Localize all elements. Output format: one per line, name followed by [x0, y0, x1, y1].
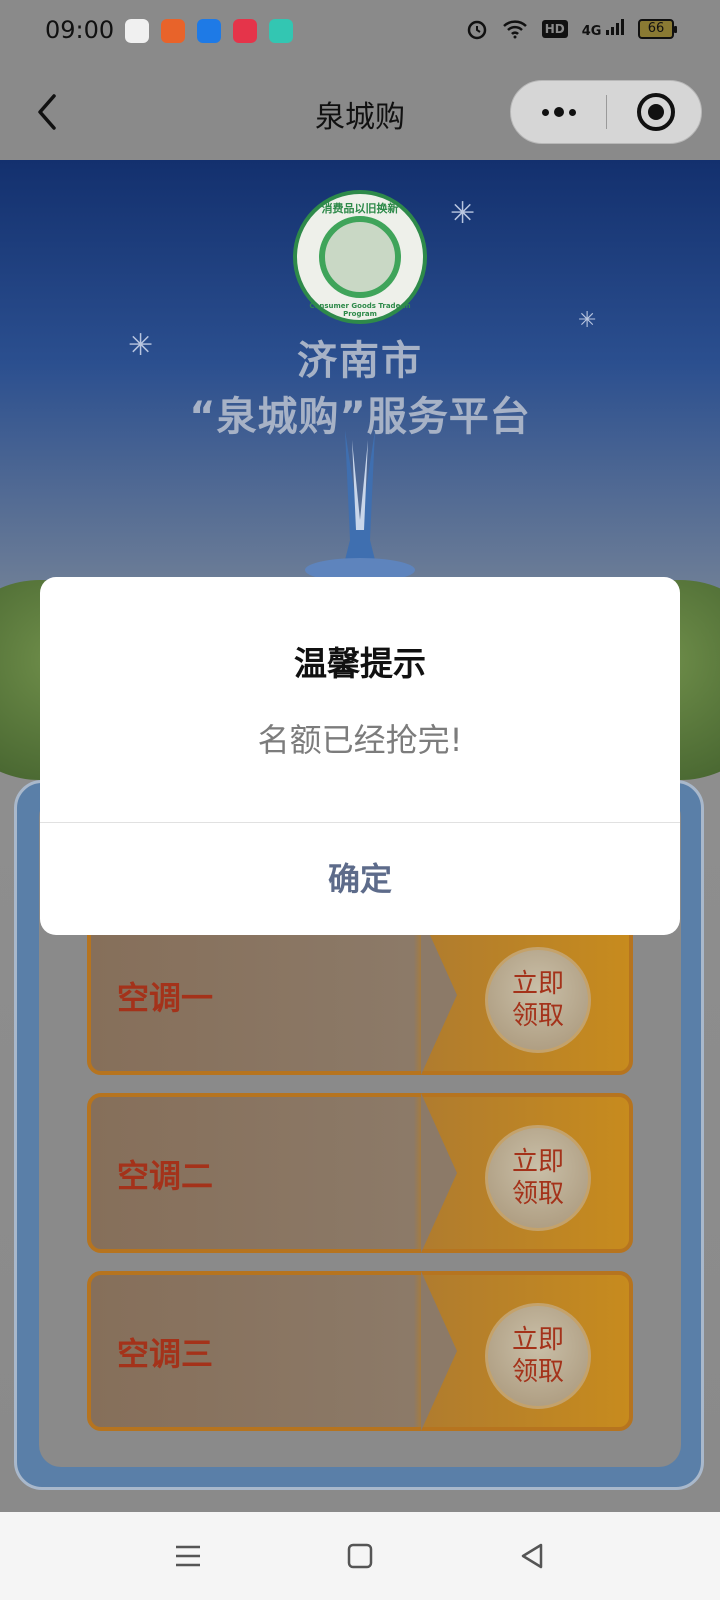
item-chevron-divider: [421, 1093, 457, 1253]
app-notification-icon: [269, 19, 293, 43]
notification-app-icons: [125, 19, 293, 43]
coupon-item-label: 空调二: [117, 1157, 214, 1195]
dialog-title: 温馨提示: [294, 644, 426, 683]
close-mini-program-button[interactable]: [637, 93, 675, 131]
coupon-item[interactable]: 空调三 立即 领取: [87, 1271, 633, 1431]
coupon-item[interactable]: 空调一 立即 领取: [87, 915, 633, 1075]
logo-bottom-text: Consumer Goods Trade-in Program: [309, 302, 411, 318]
item-chevron-divider: [421, 1271, 457, 1431]
hero-title-city: 济南市: [297, 338, 423, 384]
logo-center-graphic: [319, 216, 401, 298]
more-dots-icon-center: [553, 107, 564, 117]
claim-button-line2: 领取: [511, 1179, 564, 1209]
home-square-icon[interactable]: [342, 1538, 378, 1574]
logo-top-text: 消费品以旧换新: [321, 202, 399, 215]
status-time: 09:00: [45, 16, 115, 44]
status-bar: 09:00 HD 4G 66: [0, 0, 720, 64]
back-triangle-icon[interactable]: [514, 1538, 550, 1574]
claim-button-line2: 领取: [511, 1357, 564, 1387]
coupon-item-label: 空调三: [117, 1335, 214, 1373]
dialog-message: 名额已经抢完!: [257, 721, 463, 759]
capsule-menu: [510, 80, 702, 144]
menu-icon[interactable]: [170, 1538, 206, 1574]
coupon-item-label: 空调一: [117, 979, 214, 1017]
wifi-icon: [502, 20, 527, 39]
confirm-button[interactable]: 确定: [40, 823, 680, 935]
tower-illustration: [305, 430, 415, 580]
app-notification-icon: [197, 19, 221, 43]
claim-button-line1: 立即: [511, 1325, 564, 1355]
more-menu-button[interactable]: [511, 81, 606, 143]
app-notification-icon: [233, 19, 257, 43]
alert-dialog: 温馨提示 名额已经抢完! 确定: [40, 577, 680, 935]
claim-button-line1: 立即: [511, 1147, 564, 1177]
claim-button-line1: 立即: [511, 969, 564, 999]
claim-button-line2: 领取: [511, 1001, 564, 1031]
app-notification-icon: [161, 19, 185, 43]
app-notification-icon: [125, 19, 149, 43]
system-nav-bar: [0, 1512, 720, 1600]
claim-button[interactable]: 立即 领取: [485, 1303, 591, 1409]
sparkle-icon: ✳: [450, 196, 476, 231]
status-icons: HD 4G 66: [466, 18, 677, 40]
alarm-icon: [467, 20, 486, 40]
more-dots-icon: [541, 108, 549, 116]
claim-button[interactable]: 立即 领取: [485, 1125, 591, 1231]
network-type: 4G: [581, 24, 602, 39]
claim-button[interactable]: 立即 领取: [485, 947, 591, 1053]
signal-icon: 4G: [582, 19, 624, 39]
hd-icon: HD: [541, 20, 568, 38]
battery-level: 66: [647, 21, 665, 36]
capsule-divider: [606, 95, 607, 129]
trade-in-logo: 消费品以旧换新 Consumer Goods Trade-in Program: [293, 190, 427, 324]
item-chevron-divider: [421, 915, 457, 1075]
coupon-item[interactable]: 空调二 立即 领取: [87, 1093, 633, 1253]
battery-icon: 66: [638, 19, 677, 39]
more-dots-icon-right: [568, 108, 576, 116]
mini-program-nav-bar: 泉城购: [0, 64, 720, 160]
